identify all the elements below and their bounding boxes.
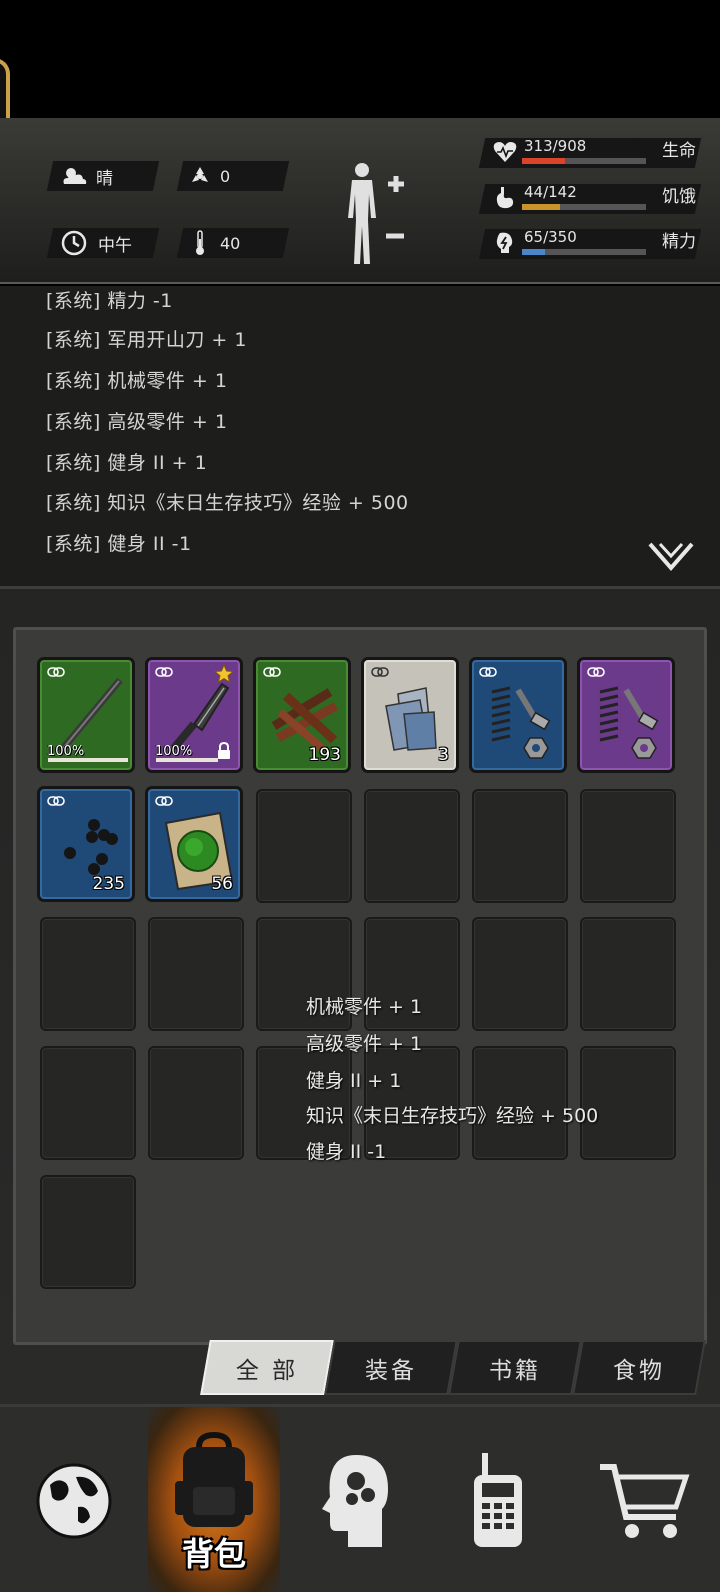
tab-equipment-label: 装备	[365, 1357, 417, 1384]
body-status-icon[interactable]	[340, 160, 420, 270]
weather-text: 晴	[96, 168, 113, 189]
health-stat: 313/908 生命	[488, 136, 720, 170]
floating-message: 高级零件 + 1	[306, 1033, 423, 1055]
hunger-label: 饥饿	[662, 187, 696, 207]
item-count: 193	[308, 745, 341, 765]
floating-message: 健身 II + 1	[306, 1070, 402, 1092]
temperature-display: 40	[184, 228, 240, 258]
floating-message: 知识《末日生存技巧》经验 + 500	[306, 1105, 599, 1127]
radiation-display: 0	[184, 161, 230, 191]
clock-icon	[58, 230, 90, 256]
health-value: 313/908	[524, 137, 587, 155]
inventory-item[interactable]: 193	[253, 657, 351, 773]
bound-link-icon	[155, 667, 173, 677]
time-text: 中午	[98, 235, 132, 256]
log-line: [系统] 健身 II + 1	[46, 452, 208, 474]
status-header: 晴 0 中午 40 313/908 生命 44/142 饥饿 65/350 精力	[0, 118, 720, 284]
energy-stat: 65/350 精力	[488, 227, 720, 261]
empty-slot[interactable]	[148, 917, 244, 1031]
tab-all-label: 全 部	[235, 1357, 299, 1384]
bound-link-icon	[47, 667, 65, 677]
bound-link-icon	[47, 796, 65, 806]
nav-map[interactable]	[0, 1407, 148, 1592]
bound-link-icon	[371, 667, 389, 677]
shopping-cart-icon	[600, 1464, 690, 1538]
empty-slot[interactable]	[40, 1046, 136, 1160]
floating-message: 机械零件 + 1	[306, 996, 423, 1018]
stomach-icon	[496, 187, 514, 209]
radiation-value: 0	[220, 166, 231, 186]
inventory-item[interactable]: 235	[37, 786, 135, 902]
log-line: [系统] 精力 -1	[46, 290, 173, 312]
nav-shop[interactable]	[568, 1407, 720, 1592]
inventory-item[interactable]: 3	[361, 657, 459, 773]
log-line: [系统] 知识《末日生存技巧》经验 + 500	[46, 492, 409, 514]
bound-link-icon	[587, 667, 605, 677]
weather-display: 晴	[58, 161, 113, 191]
item-count: 235	[92, 874, 125, 894]
log-line: [系统] 军用开山刀 + 1	[46, 329, 247, 351]
energy-value: 65/350	[524, 228, 577, 246]
star-icon	[214, 664, 234, 684]
empty-slot[interactable]	[40, 1175, 136, 1289]
bound-link-icon	[155, 796, 173, 806]
empty-slot[interactable]	[148, 1046, 244, 1160]
inventory-item[interactable]	[577, 657, 675, 773]
health-bar-fill	[522, 158, 565, 164]
walkie-talkie-icon	[474, 1453, 522, 1547]
skills-head-icon	[322, 1455, 388, 1547]
cloud-sun-icon	[58, 165, 90, 187]
energy-bar-fill	[522, 249, 546, 255]
thermometer-icon	[184, 230, 216, 256]
item-count: 3	[438, 745, 449, 765]
log-line: [系统] 健身 II -1	[46, 533, 192, 555]
energy-label: 精力	[662, 232, 696, 252]
item-count: 56	[211, 874, 233, 894]
log-expand-chevron-icon[interactable]	[648, 542, 694, 572]
floating-message: 健身 II -1	[306, 1141, 387, 1163]
empty-slot[interactable]	[40, 917, 136, 1031]
message-log[interactable]: [系统] 精力 -1 [系统] 军用开山刀 + 1 [系统] 机械零件 + 1 …	[0, 286, 720, 586]
empty-slot[interactable]	[364, 789, 460, 903]
inventory-item[interactable]: 100%	[37, 657, 135, 773]
health-label: 生命	[662, 141, 696, 161]
durability-text: 100%	[155, 744, 193, 759]
empty-slot[interactable]	[256, 789, 352, 903]
backpack-icon	[175, 1431, 253, 1527]
time-display: 中午	[58, 228, 132, 258]
log-line: [系统] 机械零件 + 1	[46, 370, 228, 392]
empty-slot[interactable]	[580, 917, 676, 1031]
temperature-value: 40	[220, 233, 241, 253]
hunger-bar	[522, 204, 646, 210]
health-bar	[522, 158, 646, 164]
durability-text: 100%	[47, 744, 85, 759]
hunger-bar-fill	[522, 204, 561, 210]
nav-skills[interactable]	[280, 1407, 428, 1592]
hunger-stat: 44/142 饥饿	[488, 182, 720, 216]
energy-icon	[496, 232, 513, 253]
log-line: [系统] 高级零件 + 1	[46, 411, 228, 433]
lock-icon	[218, 742, 230, 759]
heart-icon	[493, 142, 517, 162]
nav-backpack[interactable]: 背包	[148, 1407, 280, 1592]
radiation-icon	[184, 164, 216, 188]
globe-icon	[36, 1463, 112, 1539]
empty-slot[interactable]	[472, 917, 568, 1031]
tab-food-label: 食物	[613, 1357, 665, 1384]
bound-link-icon	[479, 667, 497, 677]
inventory-item[interactable]: 100%	[145, 657, 243, 773]
inventory-item[interactable]: 56	[145, 786, 243, 902]
empty-slot[interactable]	[472, 789, 568, 903]
top-black-bar	[0, 0, 720, 118]
nav-backpack-label: 背包	[181, 1535, 246, 1573]
category-tabs: 全 部 装备 书籍 食物	[195, 1340, 715, 1395]
empty-slot[interactable]	[580, 789, 676, 903]
inventory-item[interactable]	[469, 657, 567, 773]
hunger-value: 44/142	[524, 183, 577, 201]
energy-bar	[522, 249, 646, 255]
bound-link-icon	[263, 667, 281, 677]
bottom-nav: 背包	[0, 1404, 720, 1592]
tab-books-label: 书籍	[489, 1357, 541, 1384]
nav-radio[interactable]	[428, 1407, 568, 1592]
